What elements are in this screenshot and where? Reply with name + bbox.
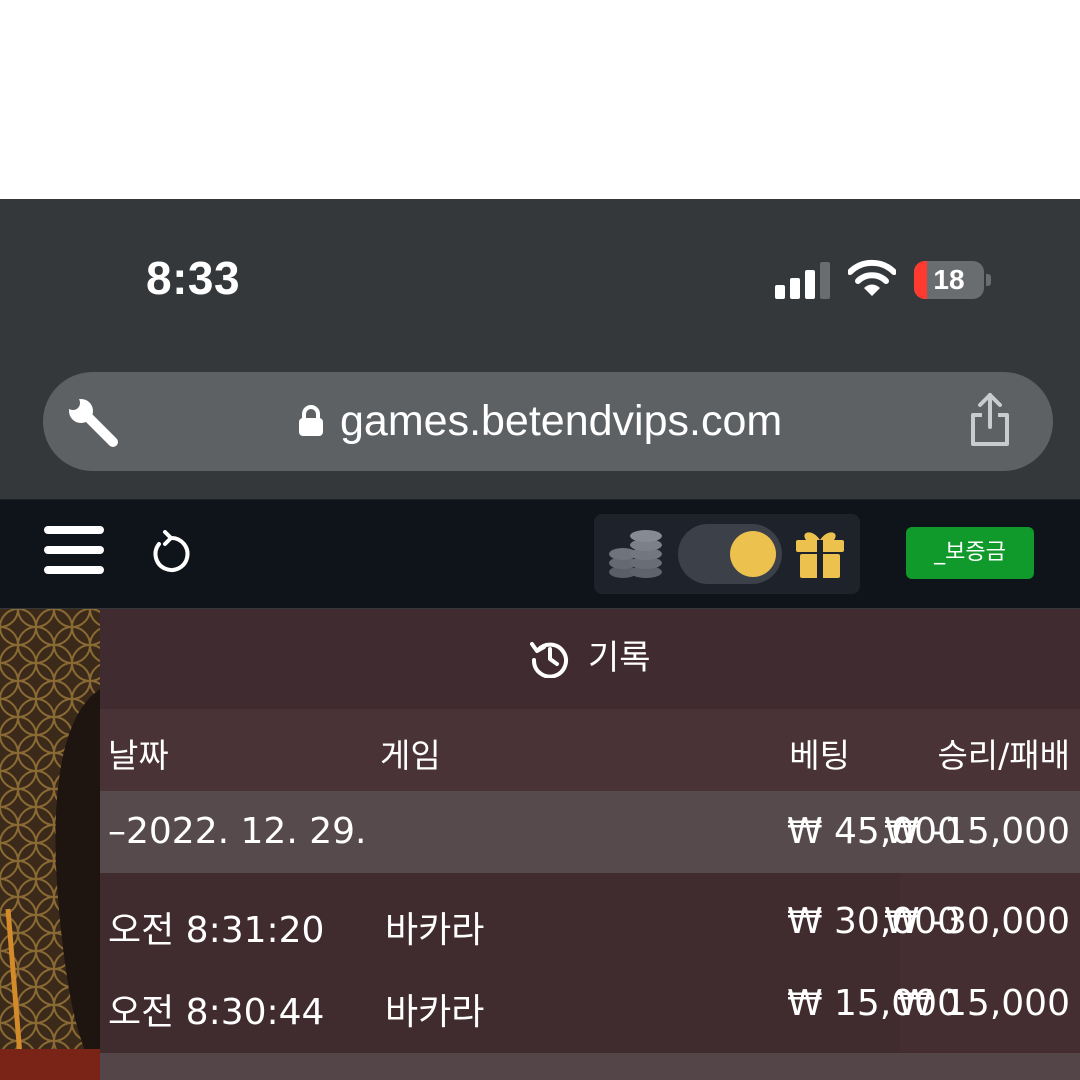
- currency-mode-switch[interactable]: [594, 514, 860, 594]
- table-header-row: 날짜 게임 베팅 승리/패배: [100, 709, 1080, 791]
- column-header-bet: 베팅: [789, 736, 850, 775]
- phone-screen: 8:33 18 games.betendvips.com _보증금 기록 날짜 …: [0, 199, 1080, 1080]
- row-game: 바카라: [385, 910, 485, 951]
- game-background-image: [0, 609, 100, 1080]
- row-win-loss: ₩ 15,000: [896, 983, 1070, 1024]
- row-win-loss: ₩ -30,000: [884, 901, 1070, 942]
- history-icon: [530, 642, 568, 678]
- battery-percentage: 18: [933, 264, 965, 295]
- coins-icon: [609, 530, 662, 578]
- battery-body: 18: [914, 261, 984, 299]
- table-row: 오전 8:31:20 바카라 ₩ 30,000 ₩ -30,000: [100, 881, 1080, 963]
- top-blank-area: [0, 0, 1080, 199]
- share-icon[interactable]: [967, 391, 1013, 447]
- site-header: _보증금: [0, 499, 1080, 608]
- column-header-game: 게임: [380, 736, 441, 775]
- row-time: 오전 8:31:20: [108, 910, 325, 951]
- group-date: –2022. 12. 29.: [108, 811, 367, 852]
- table-row: 오전 8:30:44 바카라 ₩ 15,000 ₩ 15,000: [100, 963, 1080, 1045]
- address-bar[interactable]: games.betendvips.com: [43, 372, 1053, 471]
- url-text[interactable]: games.betendvips.com: [340, 394, 782, 448]
- row-game: 바카라: [385, 992, 485, 1033]
- status-time: 8:33: [146, 252, 241, 304]
- row-time: 오전 8:30:44: [108, 992, 325, 1033]
- date-group-row[interactable]: –2022. 12. 29. ₩ 45,000 ₩ -15,000: [100, 791, 1080, 873]
- hamburger-menu-icon[interactable]: [44, 526, 104, 576]
- cellular-signal-icon: [775, 262, 830, 299]
- history-panel: 기록 날짜 게임 베팅 승리/패배 –2022. 12. 29. ₩ 45,00…: [100, 609, 1080, 1080]
- gift-icon[interactable]: [794, 526, 846, 580]
- column-header-date: 날짜: [108, 736, 169, 775]
- toggle-knob: [730, 531, 776, 577]
- history-header: 기록: [100, 609, 1080, 709]
- wifi-icon: [848, 259, 896, 296]
- next-row-partial: [100, 1053, 1080, 1080]
- wrench-icon[interactable]: [65, 398, 121, 448]
- toggle-switch[interactable]: [678, 524, 782, 584]
- game-area: 기록 날짜 게임 베팅 승리/패배 –2022. 12. 29. ₩ 45,00…: [0, 609, 1080, 1080]
- deposit-button[interactable]: _보증금: [906, 527, 1034, 579]
- column-header-win-loss: 승리/패배: [937, 736, 1070, 775]
- group-win-loss-total: ₩ -15,000: [884, 811, 1070, 852]
- battery-indicator: 18: [914, 261, 992, 299]
- lock-icon: [299, 405, 323, 436]
- history-title: 기록: [588, 638, 651, 678]
- refresh-icon[interactable]: [147, 530, 191, 576]
- battery-cap: [986, 274, 991, 286]
